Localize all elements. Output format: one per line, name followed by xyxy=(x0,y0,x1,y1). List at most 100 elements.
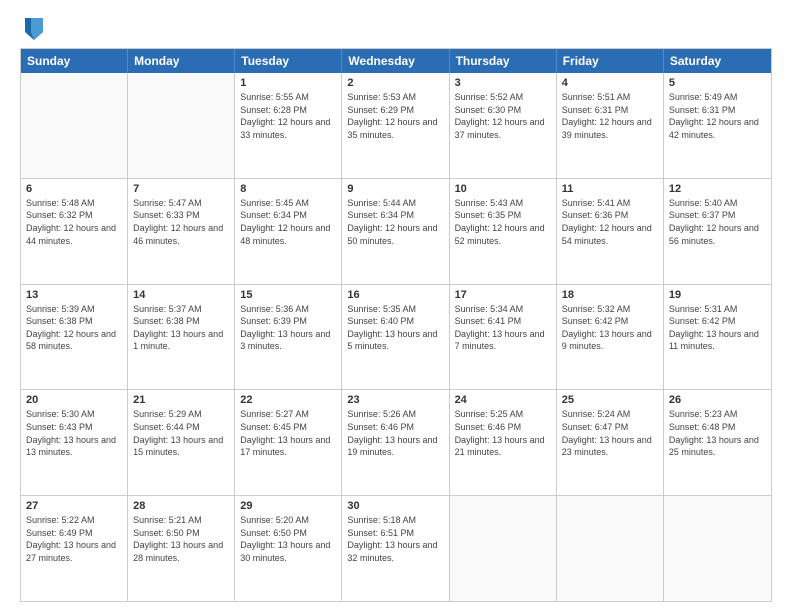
sun-info: Sunrise: 5:18 AMSunset: 6:51 PMDaylight:… xyxy=(347,514,443,564)
day-cell-3: 3 Sunrise: 5:52 AMSunset: 6:30 PMDaylight… xyxy=(450,73,557,178)
day-number: 13 xyxy=(26,289,122,301)
header-day-friday: Friday xyxy=(557,49,664,73)
calendar-week-2: 6 Sunrise: 5:48 AMSunset: 6:32 PMDaylight… xyxy=(21,179,771,285)
day-number: 22 xyxy=(240,394,336,406)
sun-info: Sunrise: 5:32 AMSunset: 6:42 PMDaylight:… xyxy=(562,303,658,353)
day-cell-14: 14 Sunrise: 5:37 AMSunset: 6:38 PMDayligh… xyxy=(128,285,235,390)
sun-info: Sunrise: 5:53 AMSunset: 6:29 PMDaylight:… xyxy=(347,91,443,141)
day-cell-22: 22 Sunrise: 5:27 AMSunset: 6:45 PMDayligh… xyxy=(235,390,342,495)
day-number: 15 xyxy=(240,289,336,301)
sun-info: Sunrise: 5:31 AMSunset: 6:42 PMDaylight:… xyxy=(669,303,766,353)
sun-info: Sunrise: 5:30 AMSunset: 6:43 PMDaylight:… xyxy=(26,408,122,458)
sun-info: Sunrise: 5:26 AMSunset: 6:46 PMDaylight:… xyxy=(347,408,443,458)
day-cell-29: 29Sunrise: 5:20 AMSunset: 6:50 PMDayligh… xyxy=(235,496,342,601)
day-cell-17: 17 Sunrise: 5:34 AMSunset: 6:41 PMDayligh… xyxy=(450,285,557,390)
day-cell-8: 8 Sunrise: 5:45 AMSunset: 6:34 PMDaylight… xyxy=(235,179,342,284)
sun-info: Sunrise: 5:52 AMSunset: 6:30 PMDaylight:… xyxy=(455,91,551,141)
day-number: 17 xyxy=(455,289,551,301)
sun-info: Sunrise: 5:49 AMSunset: 6:31 PMDaylight:… xyxy=(669,91,766,141)
sun-info: Sunrise: 5:51 AMSunset: 6:31 PMDaylight:… xyxy=(562,91,658,141)
day-number: 7 xyxy=(133,183,229,195)
day-number: 12 xyxy=(669,183,766,195)
calendar-week-4: 20 Sunrise: 5:30 AMSunset: 6:43 PMDayligh… xyxy=(21,390,771,496)
day-number: 29 xyxy=(240,500,336,512)
day-number: 19 xyxy=(669,289,766,301)
sun-info: Sunrise: 5:39 AMSunset: 6:38 PMDaylight:… xyxy=(26,303,122,353)
day-number: 28 xyxy=(133,500,229,512)
day-number: 4 xyxy=(562,77,658,89)
day-number: 3 xyxy=(455,77,551,89)
day-number: 20 xyxy=(26,394,122,406)
sun-info: Sunrise: 5:21 AMSunset: 6:50 PMDaylight:… xyxy=(133,514,229,564)
empty-cell xyxy=(21,73,128,178)
day-cell-2: 2 Sunrise: 5:53 AMSunset: 6:29 PMDaylight… xyxy=(342,73,449,178)
day-cell-20: 20 Sunrise: 5:30 AMSunset: 6:43 PMDayligh… xyxy=(21,390,128,495)
calendar: SundayMondayTuesdayWednesdayThursdayFrid… xyxy=(20,48,772,602)
day-cell-12: 12 Sunrise: 5:40 AMSunset: 6:37 PMDayligh… xyxy=(664,179,771,284)
day-cell-9: 9 Sunrise: 5:44 AMSunset: 6:34 PMDaylight… xyxy=(342,179,449,284)
sun-info: Sunrise: 5:40 AMSunset: 6:37 PMDaylight:… xyxy=(669,197,766,247)
day-number: 21 xyxy=(133,394,229,406)
day-number: 14 xyxy=(133,289,229,301)
header-day-wednesday: Wednesday xyxy=(342,49,449,73)
calendar-week-3: 13 Sunrise: 5:39 AMSunset: 6:38 PMDayligh… xyxy=(21,285,771,391)
header-day-sunday: Sunday xyxy=(21,49,128,73)
calendar-week-1: 1 Sunrise: 5:55 AMSunset: 6:28 PMDaylight… xyxy=(21,73,771,179)
day-number: 23 xyxy=(347,394,443,406)
day-number: 30 xyxy=(347,500,443,512)
page: SundayMondayTuesdayWednesdayThursdayFrid… xyxy=(0,0,792,612)
sun-info: Sunrise: 5:29 AMSunset: 6:44 PMDaylight:… xyxy=(133,408,229,458)
day-cell-5: 5 Sunrise: 5:49 AMSunset: 6:31 PMDaylight… xyxy=(664,73,771,178)
day-number: 10 xyxy=(455,183,551,195)
header xyxy=(20,18,772,40)
day-number: 18 xyxy=(562,289,658,301)
day-number: 2 xyxy=(347,77,443,89)
logo-icon xyxy=(25,18,43,40)
sun-info: Sunrise: 5:55 AMSunset: 6:28 PMDaylight:… xyxy=(240,91,336,141)
day-number: 9 xyxy=(347,183,443,195)
sun-info: Sunrise: 5:48 AMSunset: 6:32 PMDaylight:… xyxy=(26,197,122,247)
empty-cell xyxy=(450,496,557,601)
sun-info: Sunrise: 5:44 AMSunset: 6:34 PMDaylight:… xyxy=(347,197,443,247)
day-cell-10: 10Sunrise: 5:43 AMSunset: 6:35 PMDayligh… xyxy=(450,179,557,284)
day-cell-15: 15Sunrise: 5:36 AMSunset: 6:39 PMDayligh… xyxy=(235,285,342,390)
day-number: 8 xyxy=(240,183,336,195)
day-cell-25: 25 Sunrise: 5:24 AMSunset: 6:47 PMDayligh… xyxy=(557,390,664,495)
header-day-tuesday: Tuesday xyxy=(235,49,342,73)
header-day-thursday: Thursday xyxy=(450,49,557,73)
day-cell-11: 11 Sunrise: 5:41 AMSunset: 6:36 PMDayligh… xyxy=(557,179,664,284)
day-cell-16: 16 Sunrise: 5:35 AMSunset: 6:40 PMDayligh… xyxy=(342,285,449,390)
day-cell-27: 27Sunrise: 5:22 AMSunset: 6:49 PMDayligh… xyxy=(21,496,128,601)
empty-cell xyxy=(557,496,664,601)
day-cell-7: 7Sunrise: 5:47 AMSunset: 6:33 PMDaylight… xyxy=(128,179,235,284)
day-number: 6 xyxy=(26,183,122,195)
day-number: 25 xyxy=(562,394,658,406)
sun-info: Sunrise: 5:24 AMSunset: 6:47 PMDaylight:… xyxy=(562,408,658,458)
day-cell-21: 21 Sunrise: 5:29 AMSunset: 6:44 PMDayligh… xyxy=(128,390,235,495)
day-cell-24: 24Sunrise: 5:25 AMSunset: 6:46 PMDayligh… xyxy=(450,390,557,495)
day-number: 26 xyxy=(669,394,766,406)
day-cell-1: 1 Sunrise: 5:55 AMSunset: 6:28 PMDaylight… xyxy=(235,73,342,178)
day-number: 11 xyxy=(562,183,658,195)
day-number: 16 xyxy=(347,289,443,301)
calendar-header: SundayMondayTuesdayWednesdayThursdayFrid… xyxy=(21,49,771,73)
logo xyxy=(20,18,43,40)
empty-cell xyxy=(128,73,235,178)
header-day-saturday: Saturday xyxy=(664,49,771,73)
sun-info: Sunrise: 5:35 AMSunset: 6:40 PMDaylight:… xyxy=(347,303,443,353)
sun-info: Sunrise: 5:45 AMSunset: 6:34 PMDaylight:… xyxy=(240,197,336,247)
sun-info: Sunrise: 5:34 AMSunset: 6:41 PMDaylight:… xyxy=(455,303,551,353)
day-cell-6: 6 Sunrise: 5:48 AMSunset: 6:32 PMDaylight… xyxy=(21,179,128,284)
day-cell-23: 23 Sunrise: 5:26 AMSunset: 6:46 PMDayligh… xyxy=(342,390,449,495)
day-number: 5 xyxy=(669,77,766,89)
sun-info: Sunrise: 5:22 AMSunset: 6:49 PMDaylight:… xyxy=(26,514,122,564)
sun-info: Sunrise: 5:41 AMSunset: 6:36 PMDaylight:… xyxy=(562,197,658,247)
day-number: 1 xyxy=(240,77,336,89)
day-cell-26: 26Sunrise: 5:23 AMSunset: 6:48 PMDayligh… xyxy=(664,390,771,495)
sun-info: Sunrise: 5:37 AMSunset: 6:38 PMDaylight:… xyxy=(133,303,229,353)
sun-info: Sunrise: 5:27 AMSunset: 6:45 PMDaylight:… xyxy=(240,408,336,458)
day-cell-13: 13 Sunrise: 5:39 AMSunset: 6:38 PMDayligh… xyxy=(21,285,128,390)
day-cell-18: 18 Sunrise: 5:32 AMSunset: 6:42 PMDayligh… xyxy=(557,285,664,390)
day-number: 24 xyxy=(455,394,551,406)
day-cell-4: 4 Sunrise: 5:51 AMSunset: 6:31 PMDaylight… xyxy=(557,73,664,178)
